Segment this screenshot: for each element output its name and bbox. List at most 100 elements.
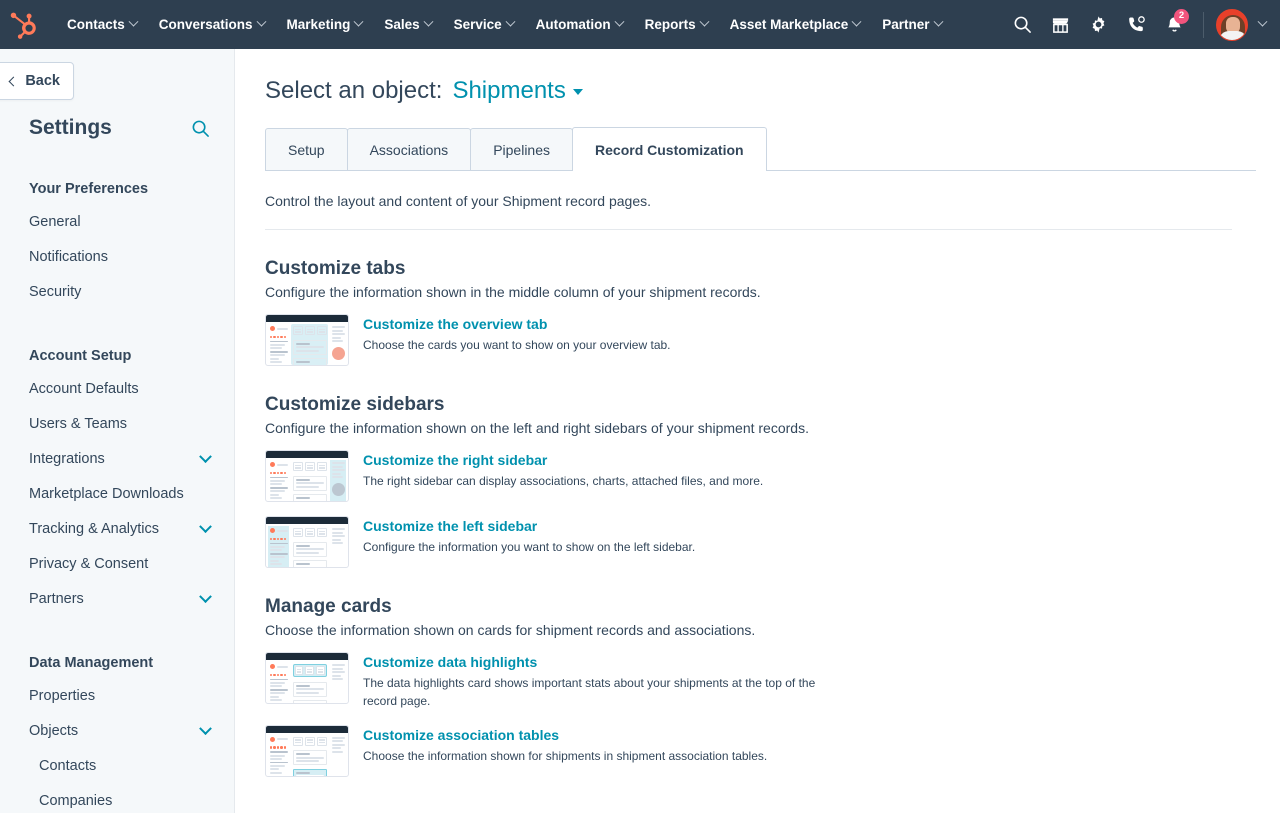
sidebar-item-properties[interactable]: Properties: [0, 679, 234, 714]
nav-item-conversations[interactable]: Conversations: [148, 11, 276, 38]
sidebar-item-privacy-consent[interactable]: Privacy & Consent: [0, 547, 234, 582]
thumb-middle-column-highlighted: [291, 324, 328, 365]
settings-gear-icon[interactable]: [1081, 8, 1115, 42]
back-button-label: Back: [25, 73, 60, 89]
section-customize-tabs: Customize tabs Configure the information…: [265, 258, 1256, 366]
sidebar-item-label: Notifications: [29, 248, 108, 267]
hubspot-sprocket-logo[interactable]: [10, 10, 40, 40]
select-object-label: Select an object:: [265, 77, 442, 105]
link-customize-overview-tab[interactable]: Customize the overview tab: [363, 316, 671, 332]
nav-label: Contacts: [67, 17, 125, 32]
tab-pipelines[interactable]: Pipelines: [470, 128, 573, 171]
thumb-middle-column: [291, 735, 328, 776]
record-preview-thumbnail-data-highlights[interactable]: [265, 652, 349, 704]
back-button[interactable]: Back: [0, 62, 74, 100]
sidebar-header: Settings: [0, 113, 234, 143]
object-dropdown[interactable]: Shipments: [452, 77, 582, 105]
notification-badge: 2: [1174, 9, 1189, 24]
sidebar-item-users-teams[interactable]: Users & Teams: [0, 407, 234, 442]
chevron-down-icon: [199, 590, 212, 603]
thumb-data-highlights-highlighted: [293, 664, 327, 677]
link-customize-right-sidebar[interactable]: Customize the right sidebar: [363, 452, 763, 468]
sidebar-item-label: Marketplace Downloads: [29, 485, 184, 504]
sidebar-item-companies[interactable]: Companies: [0, 784, 234, 813]
thumb-topbar: [266, 653, 348, 660]
sidebar-item-label: Privacy & Consent: [29, 555, 148, 574]
link-customize-data-highlights[interactable]: Customize data highlights: [363, 654, 833, 670]
sidebar-item-integrations[interactable]: Integrations: [0, 442, 234, 477]
chevron-down-icon: [128, 17, 138, 27]
thumb-circle: [332, 347, 345, 360]
thumb-association-table-highlighted: [293, 769, 327, 777]
page-description: Control the layout and content of your S…: [265, 171, 1232, 230]
link-customize-association-tables[interactable]: Customize association tables: [363, 727, 767, 743]
chevron-down-icon: [573, 89, 583, 95]
thumb-middle-column: [291, 460, 328, 501]
tab-setup[interactable]: Setup: [265, 128, 348, 171]
sidebar-item-label: Partners: [29, 590, 84, 609]
chevron-down-icon: [199, 520, 212, 533]
tab-record-customization[interactable]: Record Customization: [572, 127, 767, 171]
section-customize-sidebars: Customize sidebars Configure the informa…: [265, 394, 1256, 568]
sidebar-item-contacts[interactable]: Contacts: [0, 749, 234, 784]
section-title: Customize tabs: [265, 258, 1256, 280]
section-description: Configure the information shown in the m…: [265, 284, 1256, 300]
notifications-bell-icon[interactable]: 2: [1157, 8, 1191, 42]
thumb-right-column: [330, 526, 346, 567]
tab-associations[interactable]: Associations: [347, 128, 472, 171]
search-icon[interactable]: [191, 119, 210, 138]
list-item-text: Customize the right sidebar The right si…: [363, 450, 763, 490]
sidebar-item-marketplace-downloads[interactable]: Marketplace Downloads: [0, 477, 234, 512]
thumb-left-column-highlighted: [268, 526, 289, 567]
avatar[interactable]: [1216, 9, 1248, 41]
nav-item-service[interactable]: Service: [443, 11, 525, 38]
record-preview-thumbnail-right-sidebar[interactable]: [265, 450, 349, 502]
sidebar-item-general[interactable]: General: [0, 205, 234, 240]
sidebar-item-tracking-analytics[interactable]: Tracking & Analytics: [0, 512, 234, 547]
sidebar-item-objects[interactable]: Objects: [0, 714, 234, 749]
sidebar-group-data-management: Data Management: [0, 655, 234, 671]
sidebar-item-security[interactable]: Security: [0, 275, 234, 310]
record-preview-thumbnail-association-tables[interactable]: [265, 725, 349, 777]
object-selector: Select an object: Shipments: [265, 77, 1256, 105]
phone-icon[interactable]: [1119, 8, 1153, 42]
nav-item-sales[interactable]: Sales: [373, 11, 442, 38]
chevron-down-icon[interactable]: [1258, 17, 1268, 27]
list-item-description: The data highlights card shows important…: [363, 676, 815, 708]
marketplace-icon[interactable]: [1043, 8, 1077, 42]
nav-utility-icons: 2: [1005, 8, 1266, 42]
nav-item-automation[interactable]: Automation: [525, 11, 634, 38]
sidebar-item-notifications[interactable]: Notifications: [0, 240, 234, 275]
search-icon[interactable]: [1005, 8, 1039, 42]
thumb-body: [266, 733, 348, 777]
nav-item-contacts[interactable]: Contacts: [56, 11, 148, 38]
main-menu: Contacts Conversations Marketing Sales S…: [56, 11, 953, 38]
list-item-text: Customize association tables Choose the …: [363, 725, 767, 765]
record-preview-thumbnail-left-sidebar[interactable]: [265, 516, 349, 568]
section-title: Manage cards: [265, 596, 1256, 618]
sidebar-item-partners[interactable]: Partners: [0, 582, 234, 617]
section-title: Customize sidebars: [265, 394, 1256, 416]
thumb-left-column: [268, 735, 289, 776]
thumb-circle: [332, 483, 345, 496]
thumb-middle-column: [291, 662, 328, 703]
nav-item-partner[interactable]: Partner: [871, 11, 952, 38]
sidebar-item-label: General: [29, 213, 81, 232]
sidebar-item-account-defaults[interactable]: Account Defaults: [0, 372, 234, 407]
sidebar-item-label: Integrations: [29, 450, 105, 469]
sidebar-group-your-preferences: Your Preferences: [0, 181, 234, 197]
nav-item-asset-marketplace[interactable]: Asset Marketplace: [719, 11, 872, 38]
link-customize-left-sidebar[interactable]: Customize the left sidebar: [363, 518, 695, 534]
record-preview-thumbnail-overview[interactable]: [265, 314, 349, 366]
chevron-down-icon: [423, 17, 433, 27]
nav-item-reports[interactable]: Reports: [634, 11, 719, 38]
thumb-right-column: [330, 662, 346, 703]
nav-divider: [1203, 12, 1204, 38]
thumb-topbar: [266, 726, 348, 733]
nav-item-marketing[interactable]: Marketing: [276, 11, 374, 38]
chevron-down-icon: [505, 17, 515, 27]
tab-label: Pipelines: [493, 142, 550, 158]
sidebar-item-label: Companies: [39, 792, 112, 811]
nav-label: Conversations: [159, 17, 253, 32]
nav-label: Automation: [536, 17, 611, 32]
